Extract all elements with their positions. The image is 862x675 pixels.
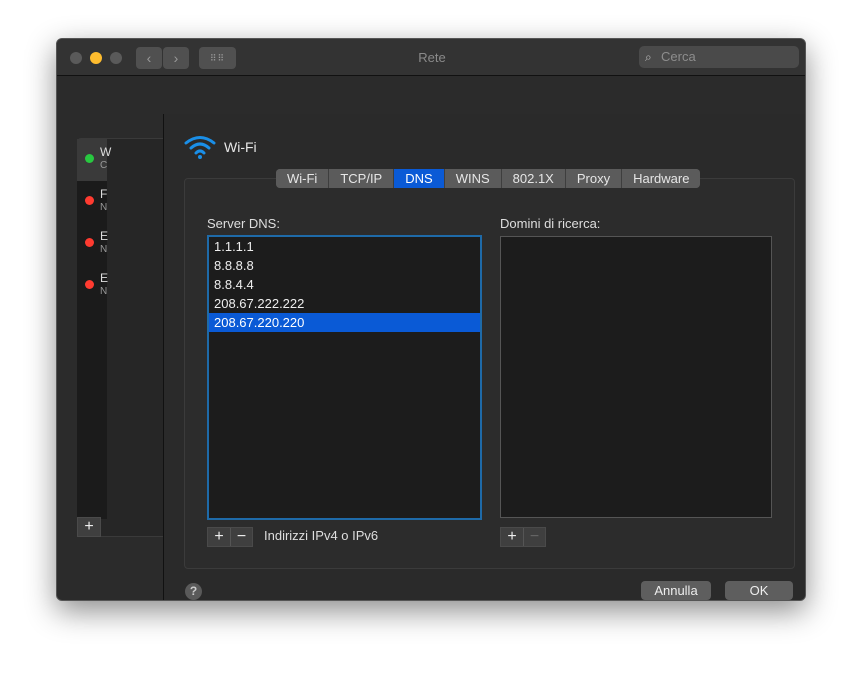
domain-add-remove: + − bbox=[500, 527, 546, 547]
network-preferences-window: ‹ › ⠿⠿ Rete ⌕ Cerca WC FN EN EN + ? ca W… bbox=[56, 38, 806, 601]
wifi-icon bbox=[184, 136, 216, 159]
status-dot bbox=[85, 196, 94, 205]
dns-server-row-selected[interactable]: 208.67.220.220 bbox=[209, 313, 480, 332]
tab-8021x[interactable]: 802.1X bbox=[501, 169, 566, 188]
add-domain-button[interactable]: + bbox=[501, 528, 523, 546]
help-button[interactable]: ? bbox=[185, 583, 202, 600]
service-item[interactable]: WC bbox=[77, 139, 111, 181]
search-placeholder: Cerca bbox=[661, 49, 696, 64]
service-name: W bbox=[100, 145, 112, 159]
tab-wins[interactable]: WINS bbox=[444, 169, 502, 188]
status-dot bbox=[85, 280, 94, 289]
search-icon: ⌕ bbox=[645, 50, 652, 64]
tab-bar: Wi-Fi TCP/IP DNS WINS 802.1X Proxy Hardw… bbox=[276, 169, 701, 188]
service-status: N bbox=[100, 286, 108, 297]
tab-dns[interactable]: DNS bbox=[394, 169, 445, 188]
service-status: N bbox=[100, 244, 108, 255]
add-service-button[interactable]: + bbox=[77, 517, 101, 537]
remove-dns-button[interactable]: − bbox=[230, 528, 252, 546]
dns-hint: Indirizzi IPv4 o IPv6 bbox=[264, 528, 379, 543]
chevron-right-icon: › bbox=[173, 50, 179, 66]
dns-add-remove: + − bbox=[207, 527, 253, 547]
search-domains-list[interactable] bbox=[500, 236, 772, 518]
plus-icon: + bbox=[84, 518, 94, 535]
dns-server-row[interactable]: 8.8.4.4 bbox=[209, 275, 480, 294]
dns-servers-label: Server DNS: bbox=[207, 216, 280, 231]
tab-hardware[interactable]: Hardware bbox=[622, 169, 701, 188]
status-dot bbox=[85, 238, 94, 247]
service-status: C bbox=[100, 160, 108, 171]
show-all-button[interactable]: ⠿⠿ bbox=[199, 47, 236, 69]
status-dot bbox=[85, 154, 94, 163]
service-name: E bbox=[100, 229, 109, 243]
remove-domain-button: − bbox=[523, 528, 545, 546]
chevron-left-icon: ‹ bbox=[146, 50, 152, 66]
search-domains-label: Domini di ricerca: bbox=[500, 216, 601, 231]
service-item[interactable]: EN bbox=[77, 265, 109, 307]
dns-server-row[interactable]: 8.8.8.8 bbox=[209, 256, 480, 275]
advanced-sheet: Wi-Fi Server DNS: 1.1.1.1 8.8.8.8 8.8.4.… bbox=[163, 114, 805, 600]
cancel-button[interactable]: Annulla bbox=[641, 581, 711, 600]
title-bar: ‹ › ⠿⠿ Rete ⌕ Cerca bbox=[57, 39, 805, 76]
ok-button[interactable]: OK bbox=[725, 581, 793, 600]
service-name: F bbox=[100, 187, 108, 201]
service-item[interactable]: FN bbox=[77, 181, 107, 223]
search-field[interactable]: ⌕ Cerca bbox=[639, 46, 799, 68]
service-status: N bbox=[100, 202, 108, 213]
interface-name: Wi-Fi bbox=[224, 139, 257, 155]
service-item[interactable]: EN bbox=[77, 223, 109, 265]
forward-button[interactable]: › bbox=[163, 47, 189, 69]
close-button[interactable] bbox=[70, 52, 82, 64]
tab-proxy[interactable]: Proxy bbox=[565, 169, 623, 188]
tab-wifi[interactable]: Wi-Fi bbox=[276, 169, 330, 188]
tab-content-box: Server DNS: 1.1.1.1 8.8.8.8 8.8.4.4 208.… bbox=[184, 178, 795, 569]
add-dns-button[interactable]: + bbox=[208, 528, 230, 546]
dns-server-row[interactable]: 1.1.1.1 bbox=[209, 237, 480, 256]
service-list: WC FN EN EN bbox=[77, 139, 111, 519]
dns-server-row[interactable]: 208.67.222.222 bbox=[209, 294, 480, 313]
minimize-button[interactable] bbox=[90, 52, 102, 64]
service-name: E bbox=[100, 271, 109, 285]
grid-icon: ⠿⠿ bbox=[209, 53, 226, 63]
window-title: Rete bbox=[418, 50, 446, 65]
zoom-button[interactable] bbox=[110, 52, 122, 64]
back-button[interactable]: ‹ bbox=[136, 47, 162, 69]
dns-server-list[interactable]: 1.1.1.1 8.8.8.8 8.8.4.4 208.67.222.222 2… bbox=[207, 235, 482, 520]
tab-tcpip[interactable]: TCP/IP bbox=[329, 169, 395, 188]
